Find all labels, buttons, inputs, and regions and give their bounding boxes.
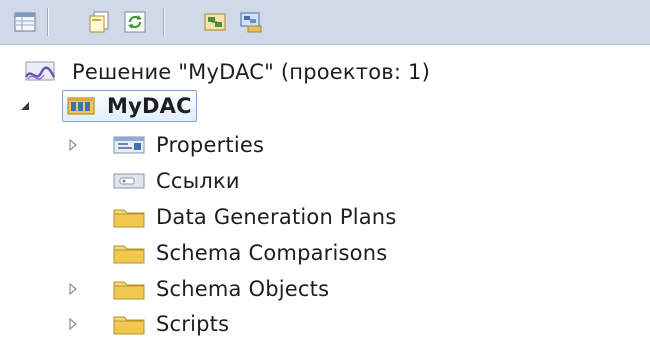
folder-icon (112, 240, 146, 266)
tree-item-properties[interactable]: Properties (112, 127, 264, 163)
expand-arrow-scripts[interactable] (66, 317, 80, 331)
solution-explorer-toolbar (0, 0, 650, 45)
tree-item-label: Scripts (156, 312, 230, 336)
expand-arrow-properties[interactable] (66, 138, 80, 152)
class-view-icon (240, 12, 262, 33)
tree-item-label: Schema Comparisons (156, 241, 388, 265)
refresh-button[interactable] (120, 7, 150, 37)
expand-arrow-schema-objects[interactable] (66, 282, 80, 296)
project-node[interactable]: MyDAC (62, 88, 197, 124)
tree-item-schema-comparisons[interactable]: Schema Comparisons (112, 235, 387, 271)
tree-item-data-generation-plans[interactable]: Data Generation Plans (112, 199, 396, 235)
solution-label: Решение "MyDAC" (проектов: 1) (72, 60, 430, 84)
tree-item-references[interactable]: Ссылки (112, 163, 240, 199)
class-view-button[interactable] (236, 7, 266, 37)
properties-grid-icon (14, 12, 36, 32)
show-all-files-button[interactable] (84, 7, 114, 37)
triangle-down-icon (21, 102, 29, 110)
folder-icon (112, 276, 146, 302)
folder-icon (112, 311, 146, 337)
triangle-right-icon (69, 318, 77, 330)
triangle-right-icon (69, 283, 77, 295)
schema-view-icon (204, 13, 226, 31)
references-icon (112, 168, 146, 194)
properties-icon (112, 132, 146, 158)
tree-item-schema-objects[interactable]: Schema Objects (112, 271, 329, 307)
tree-item-label: Properties (156, 133, 265, 157)
collapse-arrow-project[interactable] (18, 99, 32, 113)
solution-tree: Решение "MyDAC" (проектов: 1) MyDAC Prop… (0, 44, 650, 336)
tree-item-label: Data Generation Plans (156, 205, 397, 229)
project-icon (65, 93, 99, 119)
show-all-files-icon (89, 11, 109, 33)
tree-item-scripts[interactable]: Scripts (112, 306, 229, 342)
tree-item-label: Schema Objects (156, 277, 330, 301)
solution-node[interactable]: Решение "MyDAC" (проектов: 1) (22, 54, 430, 90)
folder-icon (112, 204, 146, 230)
properties-button[interactable] (10, 7, 40, 37)
solution-icon (22, 59, 62, 85)
tree-item-label: Ссылки (156, 169, 240, 193)
project-label: MyDAC (107, 94, 192, 118)
triangle-right-icon (69, 139, 77, 151)
refresh-icon (124, 11, 146, 33)
schema-view-button[interactable] (200, 7, 230, 37)
project-selection: MyDAC (62, 90, 197, 122)
